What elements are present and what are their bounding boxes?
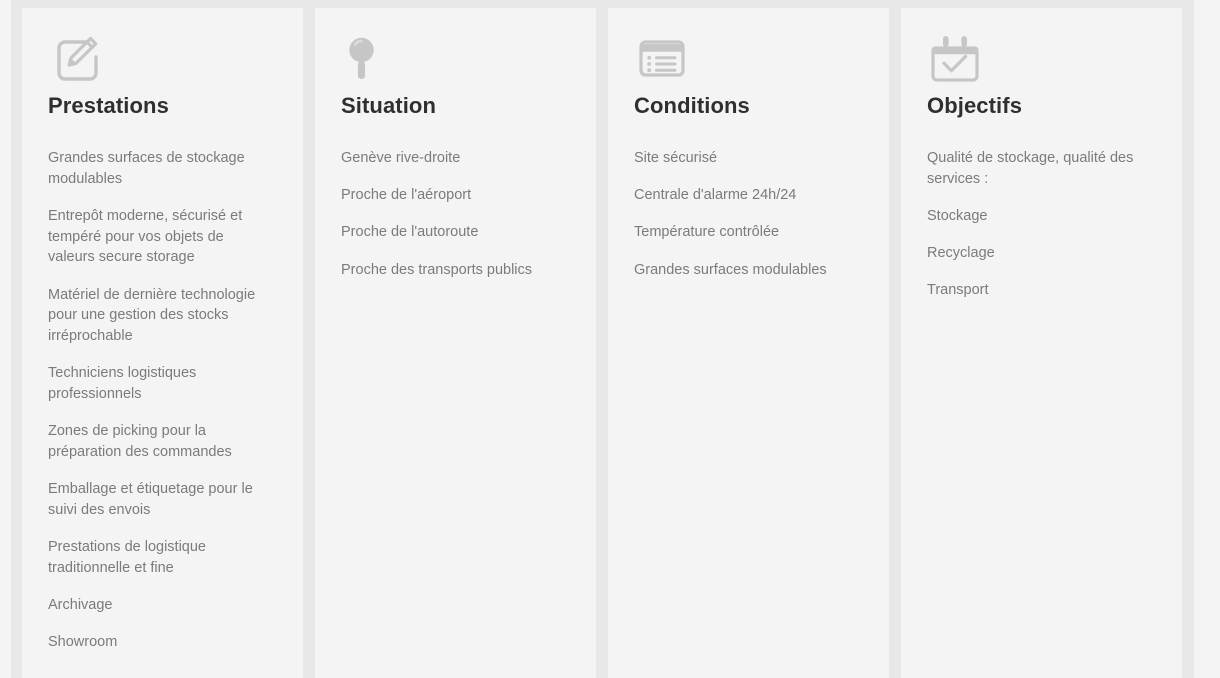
list-item: Transport (927, 282, 989, 299)
column-card-prestations: Prestations Grandes surfaces de stockage… (22, 8, 303, 678)
column-item-list-conditions: Site sécurisé Centrale d'alarme 24h/24 T… (634, 148, 866, 280)
list-item: Température contrôlée (634, 224, 780, 241)
list-item: Emballage et étiquetage pour le suivi de… (48, 480, 253, 518)
list-item: Grandes surfaces modulables (634, 261, 827, 278)
column-title-objectifs: Objectifs (927, 93, 1023, 118)
list-item: Grandes surfaces de stockage modulables (48, 150, 245, 187)
list-item: Genève rive-droite (341, 150, 461, 166)
left-edge-card-sliver (0, 0, 11, 678)
map-pin-icon (341, 30, 397, 86)
column-card-objectifs: Objectifs Qualité de stockage, qualité d… (901, 8, 1182, 678)
edit-pencil-square-icon (48, 30, 104, 86)
list-item: Archivage (48, 596, 113, 613)
column-card-conditions: Conditions Site sécurisé Centrale d'alar… (608, 8, 889, 678)
feature-columns-board: Prestations Grandes surfaces de stockage… (0, 0, 1220, 678)
list-item: Zones de picking pour la préparation des… (48, 423, 232, 460)
column-title-situation: Situation (341, 93, 437, 118)
column-item-list-situation: Genève rive-droite Proche de l'aéroport … (341, 148, 573, 280)
list-item: Techniciens logistiques professionnels (48, 365, 197, 402)
column-title-prestations: Prestations (48, 93, 169, 118)
list-window-icon (634, 30, 690, 86)
calendar-check-icon (927, 30, 983, 86)
list-item: Proche de l'aéroport (341, 187, 472, 204)
list-item: Recyclage (927, 245, 995, 262)
column-gap (1182, 0, 1194, 678)
column-gap (11, 0, 22, 678)
list-item: Centrale d'alarme 24h/24 (634, 187, 797, 204)
right-edge-card-sliver (1194, 0, 1220, 678)
list-item: Entrepôt moderne, sécurisé et tempéré po… (48, 207, 243, 266)
list-item: Matériel de dernière technologie pour un… (48, 286, 256, 344)
column-title-conditions: Conditions (634, 93, 750, 118)
list-item: Qualité de stockage, qualité des service… (927, 150, 1134, 187)
list-item: Proche de l'autoroute (341, 224, 479, 241)
list-item: Showroom (48, 633, 118, 650)
column-card-situation: Situation Genève rive-droite Proche de l… (315, 8, 596, 678)
column-gap (596, 0, 608, 678)
column-item-list-objectifs: Qualité de stockage, qualité des service… (927, 148, 1143, 301)
column-gap (889, 0, 901, 678)
column-item-list-prestations: Grandes surfaces de stockage modulables … (48, 148, 270, 653)
list-item: Stockage (927, 207, 988, 224)
column-gap (303, 0, 315, 678)
list-item: Site sécurisé (634, 150, 718, 166)
list-item: Prestations de logistique traditionnelle… (48, 538, 206, 576)
list-item: Proche des transports publics (341, 261, 533, 278)
